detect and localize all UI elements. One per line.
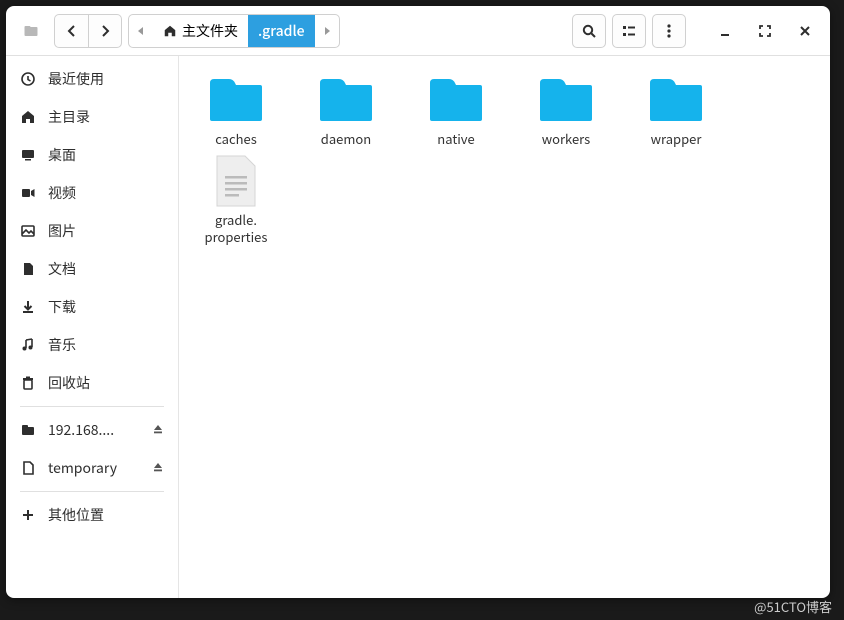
titlebar: 主文件夹 .gradle <box>6 6 830 56</box>
sidebar-item-label: 回收站 <box>48 373 90 393</box>
sidebar-item-places-2[interactable]: 桌面 <box>6 136 178 174</box>
sidebar-item-places-5[interactable]: 文档 <box>6 250 178 288</box>
file-label: workers <box>542 131 591 147</box>
kebab-icon <box>661 23 677 39</box>
file-item-5[interactable]: gradle.properties <box>191 155 281 245</box>
path-current[interactable]: .gradle <box>248 15 315 47</box>
sidebar-item-places-8[interactable]: 回收站 <box>6 364 178 402</box>
file-item-1[interactable]: daemon <box>301 74 391 147</box>
pathbar: 主文件夹 .gradle <box>128 14 340 48</box>
sidebar-item-label: 其他位置 <box>48 505 104 525</box>
close-icon <box>797 23 813 39</box>
triangle-left-icon <box>136 26 146 36</box>
sidebar-item-mount-1[interactable]: temporary <box>6 449 178 487</box>
sidebar: 最近使用主目录桌面视频图片文档下载音乐回收站 192.168.... tempora… <box>6 56 179 598</box>
file-label: wrapper <box>651 131 702 147</box>
file-icon <box>20 460 36 476</box>
doc-icon <box>20 261 36 277</box>
view-toggle-button[interactable] <box>612 14 646 48</box>
path-root[interactable]: 主文件夹 <box>153 15 248 47</box>
home-icon <box>20 109 36 125</box>
path-next-button[interactable] <box>315 15 339 47</box>
back-icon <box>64 23 80 39</box>
search-icon <box>581 23 597 39</box>
sidebar-item-label: 下载 <box>48 297 76 317</box>
music-icon <box>20 337 36 353</box>
sidebar-item-places-6[interactable]: 下载 <box>6 288 178 326</box>
video-icon <box>20 185 36 201</box>
file-manager-window: 主文件夹 .gradle 最近使用 <box>6 6 830 598</box>
menu-button[interactable] <box>652 14 686 48</box>
sidebar-item-places-7[interactable]: 音乐 <box>6 326 178 364</box>
folder-icon <box>537 75 595 125</box>
folder-icon <box>317 75 375 125</box>
close-button[interactable] <box>788 14 822 48</box>
file-grid[interactable]: caches daemon native workers wrapper gradle.p… <box>179 56 830 598</box>
sidebar-item-label: 图片 <box>48 221 76 241</box>
triangle-right-icon <box>322 26 332 36</box>
sidebar-item-label: 视频 <box>48 183 76 203</box>
file-label: caches <box>215 131 257 147</box>
minimize-button[interactable] <box>708 14 742 48</box>
file-label: gradle.properties <box>205 212 268 245</box>
sidebar-item-label: 主目录 <box>48 107 90 127</box>
plus-icon <box>20 507 36 523</box>
clock-icon <box>20 71 36 87</box>
minimize-icon <box>717 23 733 39</box>
nav-group <box>54 14 122 48</box>
file-item-3[interactable]: workers <box>521 74 611 147</box>
sidebar-item-places-0[interactable]: 最近使用 <box>6 60 178 98</box>
file-item-2[interactable]: native <box>411 74 501 147</box>
sidebar-item-places-3[interactable]: 视频 <box>6 174 178 212</box>
forward-button[interactable] <box>88 14 122 48</box>
path-current-label: .gradle <box>258 21 305 41</box>
download-icon <box>20 299 36 315</box>
search-button[interactable] <box>572 14 606 48</box>
file-label: native <box>437 131 474 147</box>
maximize-icon <box>757 23 773 39</box>
sidebar-item-label: 192.168.... <box>48 420 114 440</box>
eject-button[interactable] <box>152 420 164 440</box>
home-icon <box>163 24 177 38</box>
sidebar-item-label: 文档 <box>48 259 76 279</box>
file-item-0[interactable]: caches <box>191 74 281 147</box>
eject-button[interactable] <box>152 458 164 478</box>
sidebar-item-mount-0[interactable]: 192.168.... <box>6 411 178 449</box>
maximize-button[interactable] <box>748 14 782 48</box>
folder-icon <box>647 75 705 125</box>
sidebar-item-label: 桌面 <box>48 145 76 165</box>
file-label: daemon <box>321 131 371 147</box>
sidebar-item-label: 音乐 <box>48 335 76 355</box>
file-icon <box>213 154 259 208</box>
sidebar-item-places-4[interactable]: 图片 <box>6 212 178 250</box>
folder-icon <box>427 75 485 125</box>
path-root-label: 主文件夹 <box>182 21 238 41</box>
folder-app-icon <box>23 23 39 39</box>
sidebar-item-places-1[interactable]: 主目录 <box>6 98 178 136</box>
folder-icon <box>20 422 36 438</box>
folder-icon <box>207 75 265 125</box>
desktop-icon <box>20 147 36 163</box>
app-icon[interactable] <box>14 14 48 48</box>
file-item-4[interactable]: wrapper <box>631 74 721 147</box>
body: 最近使用主目录桌面视频图片文档下载音乐回收站 192.168.... tempora… <box>6 56 830 598</box>
sidebar-item-label: temporary <box>48 458 117 478</box>
forward-icon <box>97 23 113 39</box>
list-view-icon <box>621 23 637 39</box>
image-icon <box>20 223 36 239</box>
sidebar-item-label: 最近使用 <box>48 69 104 89</box>
path-prev-button[interactable] <box>129 15 153 47</box>
trash-icon <box>20 375 36 391</box>
watermark: @51CTO博客 <box>754 597 832 616</box>
sidebar-item-other-0[interactable]: 其他位置 <box>6 496 178 534</box>
back-button[interactable] <box>54 14 88 48</box>
